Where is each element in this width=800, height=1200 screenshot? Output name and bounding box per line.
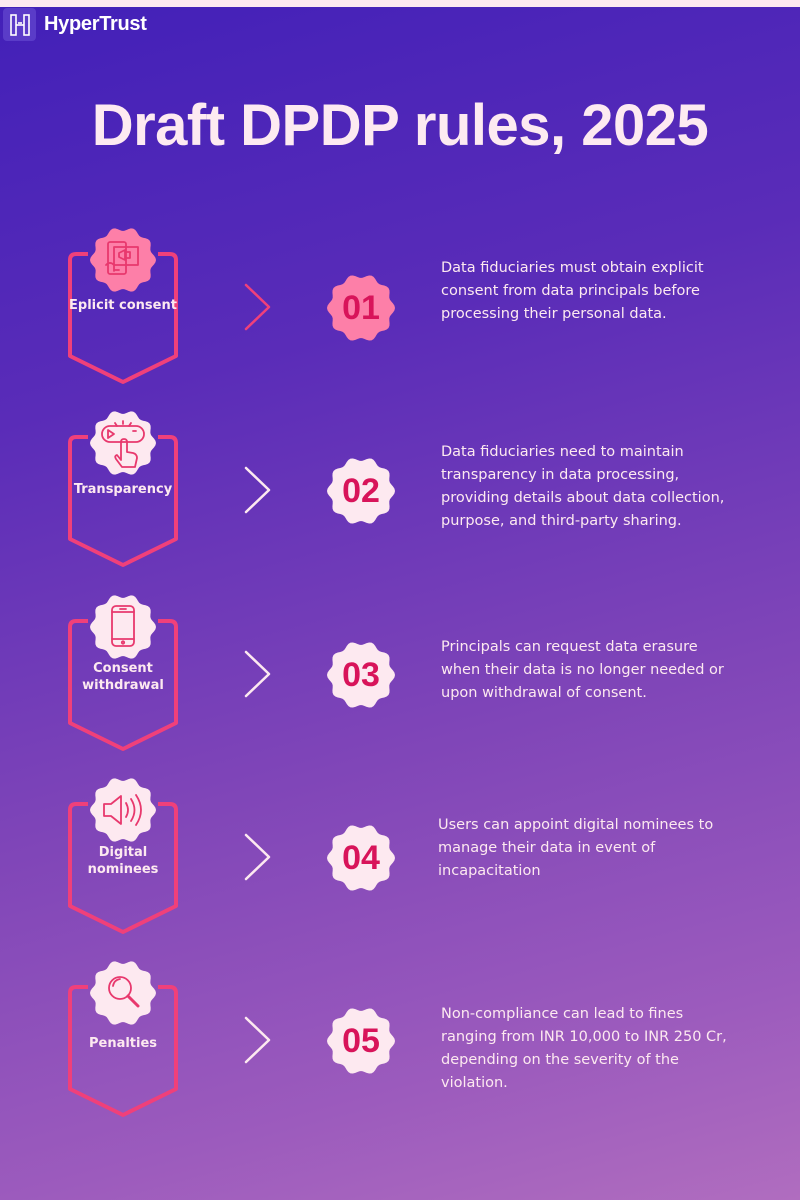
rule-item-03: Consent withdrawal 03 Principals can req…	[0, 592, 800, 762]
rule-description: Principals can request data erasure when…	[441, 639, 724, 701]
rule-number: 05	[342, 1021, 380, 1060]
rule-item-05: Penalties 05 Non-compliance can lead to …	[0, 958, 800, 1128]
badge-background	[90, 411, 156, 475]
chevron-right-icon	[244, 283, 271, 331]
chevron-right-icon	[244, 466, 271, 514]
badge-background	[90, 778, 156, 842]
rule-description: Data fiduciaries must obtain explicit co…	[441, 260, 704, 322]
rule-label: Penalties	[88, 1036, 158, 1051]
chevron-right-icon	[244, 833, 271, 881]
rule-item-02: Transparency 02 Data fiduciaries need to…	[0, 408, 800, 578]
brand-name: HyperTrust	[44, 13, 147, 35]
rule-description: Data fiduciaries need to maintain transp…	[441, 444, 725, 529]
page-title: Draft DPDP rules, 2025	[91, 93, 709, 158]
top-strip	[0, 0, 800, 7]
rule-label: Transparency	[73, 482, 173, 497]
rule-description: Users can appoint digital nominees to ma…	[438, 817, 714, 879]
rule-label: Digital nominees	[87, 845, 159, 877]
badge-background	[90, 961, 156, 1025]
rule-label: Eplicit consent	[69, 298, 177, 313]
rule-label: Consent withdrawal	[82, 661, 164, 693]
chevron-right-icon	[244, 1016, 271, 1064]
rule-item-01: Eplicit consent 01 Data fiduciaries must…	[0, 225, 800, 395]
brand: HyperTrust	[3, 8, 147, 41]
rule-description: Non-compliance can lead to fines ranging…	[441, 1006, 727, 1091]
rule-number: 03	[342, 655, 380, 694]
rule-number: 01	[342, 288, 380, 327]
chevron-right-icon	[244, 650, 271, 698]
rule-item-04: Digital nominees 04 Users can appoint di…	[0, 775, 800, 945]
h-logo-icon	[3, 8, 36, 41]
rule-number: 02	[342, 471, 380, 510]
badge-background	[90, 228, 156, 292]
rule-number: 04	[342, 838, 380, 877]
badge-background	[90, 595, 156, 659]
